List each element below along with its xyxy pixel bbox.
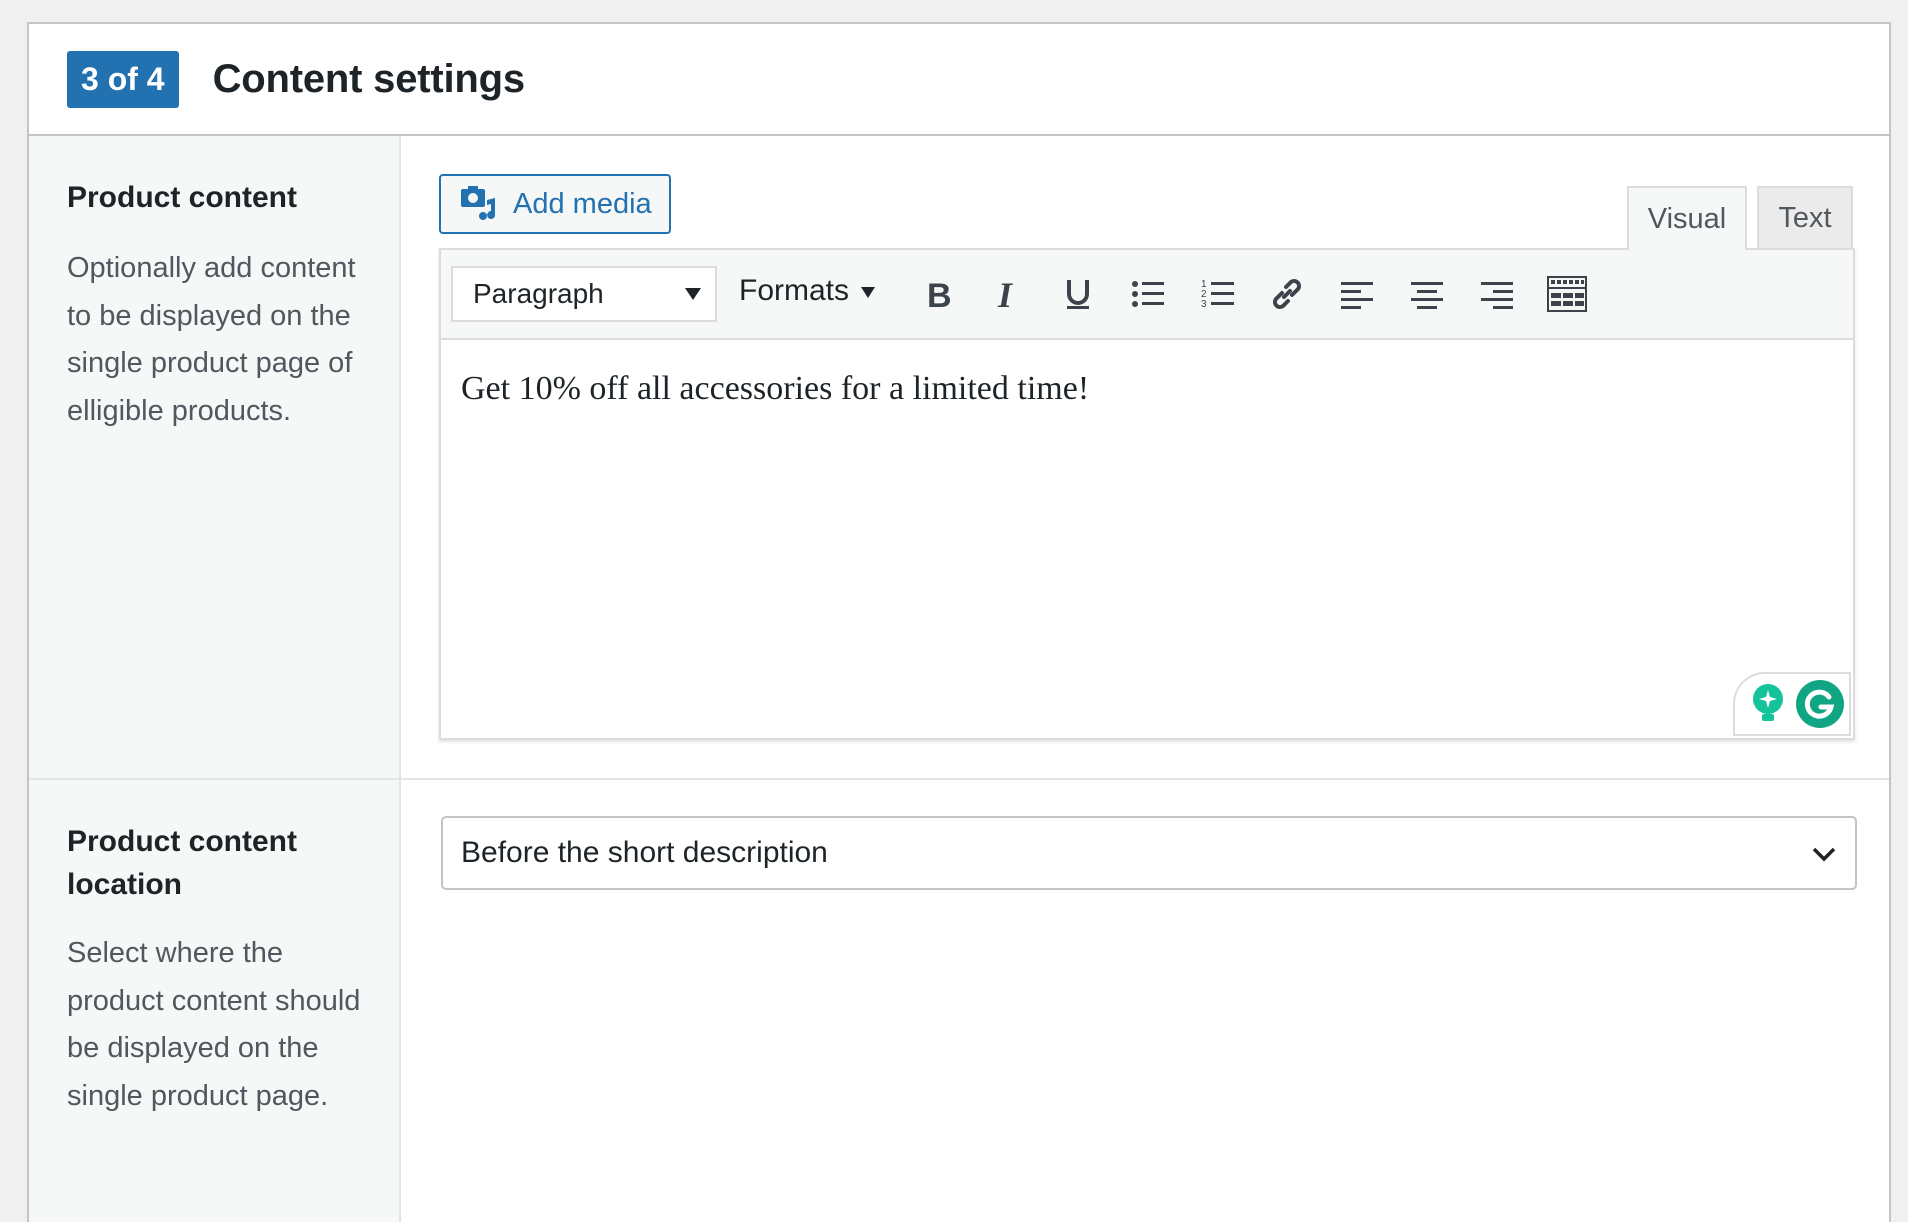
link-button[interactable] [1265,272,1309,316]
product-content-location-row: Product content location Select where th… [29,780,1889,1222]
product-content-location-select[interactable]: Before the short description [441,816,1857,890]
product-content-location-field: Before the short description [401,780,1889,1222]
numbered-list-icon: 1 2 3 [1201,279,1234,310]
add-media-button[interactable]: Add media [439,174,671,234]
editor-content-area[interactable]: Get 10% off all accessories for a limite… [441,340,1853,408]
editor-toolbar: Paragraph Formats B I 1 2 3 [441,250,1853,340]
svg-text:3: 3 [1201,299,1207,310]
bold-button[interactable]: B [917,272,961,316]
page-title: Content settings [212,56,526,101]
align-left-button[interactable] [1335,272,1379,316]
product-content-label: Product content [67,181,297,214]
editor-content-text: Get 10% off all accessories for a limite… [461,370,1090,407]
product-content-description: Optionally add content to be displayed o… [67,252,356,427]
align-right-icon [1481,282,1513,309]
toolbar-toggle-button[interactable] [1545,272,1589,316]
chevron-down-icon [1812,847,1836,862]
bullet-list-button[interactable] [1126,272,1170,316]
tab-visual[interactable]: Visual [1627,186,1747,250]
product-content-location-description: Select where the product content should … [67,937,361,1112]
product-content-location-label: Product content location [67,825,297,901]
block-format-value: Paragraph [473,278,604,309]
add-media-icon [461,186,496,220]
underline-button[interactable] [1056,272,1100,316]
link-icon [1273,279,1301,309]
tab-text[interactable]: Text [1757,186,1853,248]
align-right-button[interactable] [1475,272,1519,316]
underline-icon [1067,280,1089,309]
bold-icon: B [927,277,952,311]
product-content-field: Add media Visual Text Paragraph Formats … [401,136,1889,778]
location-select-value: Before the short description [461,836,828,869]
caret-down-icon [861,286,876,298]
product-content-location-label-column: Product content location Select where th… [29,780,401,1222]
product-content-row: Product content Optionally add content t… [29,136,1889,780]
svg-text:B: B [927,277,952,311]
toolbar-toggle-icon [1547,276,1587,312]
svg-text:I: I [997,277,1014,311]
numbered-list-button[interactable]: 1 2 3 [1196,272,1240,316]
rich-text-editor: Paragraph Formats B I 1 2 3 Get 10% off … [439,248,1855,740]
align-left-icon [1341,282,1373,309]
add-media-label: Add media [513,187,652,220]
product-content-label-column: Product content Optionally add content t… [29,136,401,778]
formats-menu-button[interactable]: Formats [739,274,876,308]
grammarly-logo-icon [1796,680,1844,728]
formats-label: Formats [739,274,850,307]
panel-header: 3 of 4 Content settings [29,24,1889,136]
italic-icon: I [997,277,1014,311]
block-format-select[interactable]: Paragraph [451,266,717,322]
bullet-list-icon [1132,281,1164,307]
step-badge: 3 of 4 [67,50,179,108]
italic-button[interactable]: I [987,272,1031,316]
align-center-icon [1411,282,1443,309]
grammarly-suggestion-icon [1753,684,1783,721]
content-settings-panel: 3 of 4 Content settings Product content … [27,22,1891,1222]
grammarly-widget[interactable] [1733,672,1851,736]
align-center-button[interactable] [1405,272,1449,316]
caret-down-icon [685,288,701,300]
